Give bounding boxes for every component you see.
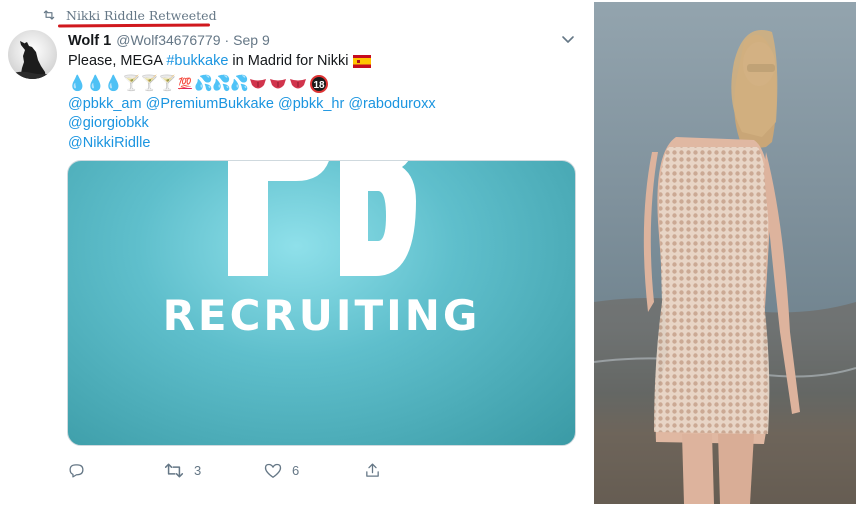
author-name[interactable]: Wolf 1 — [68, 33, 111, 49]
card-title: RECRUITING — [162, 291, 481, 340]
heart-icon — [264, 463, 282, 478]
sweat-droplets-icon: 💦 — [212, 75, 231, 92]
wolf-howling-icon — [8, 41, 57, 79]
tongue-icon — [249, 77, 267, 91]
tweet-date[interactable]: Sep 9 — [233, 32, 270, 48]
sweat-droplets-icon: 💦 — [230, 75, 249, 92]
header-separator: · — [224, 32, 230, 48]
retweet-count: 3 — [194, 463, 202, 478]
like-button[interactable]: 6 — [264, 462, 299, 479]
droplet-icon: 💧 — [86, 75, 105, 92]
cocktail-glass-icon: 🍸 — [140, 75, 159, 92]
mentions-line-3: @NikkiRidlle — [68, 134, 578, 154]
retweet-icon — [43, 10, 55, 20]
sweat-droplets-icon: 💦 — [194, 75, 213, 92]
retweet-context: Nikki Riddle Retweeted — [42, 6, 217, 24]
person-at-beach-image — [594, 30, 856, 504]
tweet-actions: 3 6 — [68, 462, 388, 482]
mentions-line-2: @giorgiobkk — [68, 114, 578, 134]
no-one-under-eighteen-icon: 18 — [310, 75, 328, 93]
media-card[interactable]: RECRUITING — [67, 160, 576, 446]
mention-link[interactable]: @raboduroxx — [348, 95, 435, 115]
tweet-text-suffix: in Madrid for Nikki — [228, 53, 349, 69]
red-underline-annotation — [57, 23, 211, 28]
cocktail-glass-icon: 🍸 — [158, 75, 177, 92]
tweet-header: Wolf 1 @Wolf34676779 · Sep 9 — [68, 32, 270, 49]
retweet-button[interactable]: 3 — [164, 462, 201, 479]
hashtag-link[interactable]: #bukkake — [166, 52, 228, 72]
tongue-icon — [289, 77, 307, 91]
avatar[interactable] — [8, 30, 57, 79]
tweet-text: Please, MEGA #bukkake in Madrid for Nikk… — [68, 52, 578, 153]
droplet-icon: 💧 — [104, 75, 123, 92]
tweet-text-line-1: Please, MEGA #bukkake in Madrid for Nikk… — [68, 52, 578, 72]
chevron-down-icon[interactable] — [560, 33, 576, 47]
share-icon — [366, 463, 379, 477]
mention-link[interactable]: @giorgiobkk — [68, 114, 149, 134]
pb-logo-letters — [228, 161, 416, 276]
emoji-line: 💧 💧 💧 🍸 🍸 🍸 💯 💦 💦 💦 18 — [68, 74, 578, 95]
reply-icon — [69, 464, 84, 478]
share-button[interactable] — [364, 462, 381, 479]
hundred-points-icon: 💯 — [178, 77, 192, 90]
author-handle[interactable]: @Wolf34676779 — [116, 32, 220, 48]
retweet-icon — [164, 463, 184, 478]
tongue-icon — [269, 77, 287, 91]
spain-flag-icon — [353, 55, 372, 69]
mentions-line-1: @pbkk_am @PremiumBukkake @pbkk_hr @rabod… — [68, 95, 578, 115]
mention-link[interactable]: @NikkiRidlle — [68, 134, 150, 154]
droplet-icon: 💧 — [68, 75, 87, 92]
like-count: 6 — [292, 463, 300, 478]
mention-link[interactable]: @PremiumBukkake — [146, 95, 274, 115]
tweet-text-prefix: Please, MEGA — [68, 53, 167, 69]
mention-link[interactable]: @pbkk_am — [68, 95, 142, 115]
mention-link[interactable]: @pbkk_hr — [278, 95, 344, 115]
attached-photo[interactable] — [594, 2, 856, 504]
reply-button[interactable] — [68, 462, 95, 479]
retweeted-by-label[interactable]: Nikki Riddle Retweeted — [66, 8, 217, 23]
cocktail-glass-icon: 🍸 — [122, 75, 141, 92]
tweet[interactable]: Nikki Riddle Retweeted Wolf 1 @Wolf34676… — [0, 0, 590, 513]
